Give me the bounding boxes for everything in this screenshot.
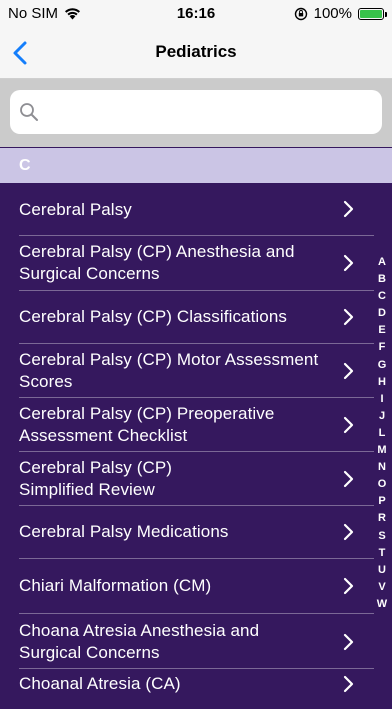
index-letter[interactable]: N xyxy=(374,459,390,476)
index-letter[interactable]: D xyxy=(374,305,390,322)
list-item-label: Chiari Malformation (CM) xyxy=(19,576,212,595)
list-item-label: Cerebral Palsy xyxy=(19,200,132,219)
index-letter[interactable]: E xyxy=(374,322,390,339)
chevron-right-icon xyxy=(343,675,354,693)
chevron-right-icon xyxy=(343,254,354,272)
chevron-right-icon xyxy=(343,633,354,651)
chevron-right-icon xyxy=(343,308,354,326)
list-item-label: Cerebral Palsy Medications xyxy=(19,522,229,541)
list-item-label: Choanal Atresia (CA) xyxy=(19,674,181,693)
list-item-label: Cerebral Palsy (CP) Classifications xyxy=(19,307,288,326)
list-item[interactable]: Cerebral Palsy (CP) Classifications xyxy=(0,291,392,344)
index-letter[interactable]: U xyxy=(374,562,390,579)
chevron-right-icon xyxy=(343,362,354,380)
list-item[interactable]: Cerebral Palsy (CP) Anesthesia and Surgi… xyxy=(0,236,392,291)
navigation-bar: Pediatrics xyxy=(0,28,392,79)
section-header: C xyxy=(0,148,392,183)
page-title: Pediatrics xyxy=(155,42,237,61)
section-index[interactable]: A B C D E F G H I J L M N O P R S T U V … xyxy=(374,254,390,613)
index-letter[interactable]: F xyxy=(374,339,390,356)
list-item-label: Choana Atresia Anesthesia and Surgical C… xyxy=(19,621,260,662)
index-letter[interactable]: P xyxy=(374,493,390,510)
search-bar-container xyxy=(0,79,392,147)
list-item-label: Cerebral Palsy (CP) Simplified Review xyxy=(19,458,173,499)
index-letter[interactable]: R xyxy=(374,510,390,527)
list-item[interactable]: Cerebral Palsy (CP) Motor Assessment Sco… xyxy=(0,344,392,398)
list-item[interactable]: Choanal Atresia (CA) xyxy=(0,669,392,709)
index-letter[interactable]: W xyxy=(374,596,390,613)
chevron-right-icon xyxy=(343,577,354,595)
index-letter[interactable]: M xyxy=(374,442,390,459)
status-right: 100% xyxy=(294,5,387,22)
index-letter[interactable]: V xyxy=(374,579,390,596)
chevron-right-icon xyxy=(343,416,354,434)
list-item[interactable]: Cerebral Palsy (CP) Preoperative Assessm… xyxy=(0,398,392,452)
chevron-right-icon xyxy=(343,523,354,541)
search-input[interactable] xyxy=(48,90,372,136)
index-letter[interactable]: T xyxy=(374,545,390,562)
battery-icon xyxy=(358,7,387,20)
list-item-label: Cerebral Palsy (CP) Motor Assessment Sco… xyxy=(19,350,319,391)
index-letter[interactable]: B xyxy=(374,271,390,288)
status-bar: No SIM 16:16 100% xyxy=(0,0,392,28)
list-item[interactable]: Cerebral Palsy (CP) Simplified Review xyxy=(0,452,392,506)
index-letter[interactable]: H xyxy=(374,374,390,391)
orientation-lock-icon xyxy=(294,7,307,20)
index-letter[interactable]: A xyxy=(374,254,390,271)
list-item[interactable]: Cerebral Palsy Medications xyxy=(0,506,392,559)
search-box[interactable] xyxy=(10,90,382,136)
list-item-label: Cerebral Palsy (CP) Preoperative Assessm… xyxy=(19,404,275,445)
index-letter[interactable]: S xyxy=(374,528,390,545)
list-item[interactable]: Cerebral Palsy xyxy=(0,183,392,236)
search-icon xyxy=(20,103,38,121)
index-letter[interactable]: G xyxy=(374,357,390,374)
index-letter[interactable]: O xyxy=(374,476,390,493)
list-item[interactable]: Chiari Malformation (CM) xyxy=(0,559,392,614)
chevron-right-icon xyxy=(343,200,354,218)
list-item-label: Cerebral Palsy (CP) Anesthesia and Surgi… xyxy=(19,242,295,283)
section-letter: C xyxy=(19,157,31,174)
topic-list: Cerebral Palsy Cerebral Palsy (CP) Anest… xyxy=(0,183,392,709)
index-letter[interactable]: I xyxy=(374,391,390,408)
index-letter[interactable]: L xyxy=(374,425,390,442)
battery-percent: 100% xyxy=(313,5,352,22)
index-letter[interactable]: C xyxy=(374,288,390,305)
chevron-right-icon xyxy=(343,470,354,488)
list-item[interactable]: Choana Atresia Anesthesia and Surgical C… xyxy=(0,614,392,669)
index-letter[interactable]: J xyxy=(374,408,390,425)
